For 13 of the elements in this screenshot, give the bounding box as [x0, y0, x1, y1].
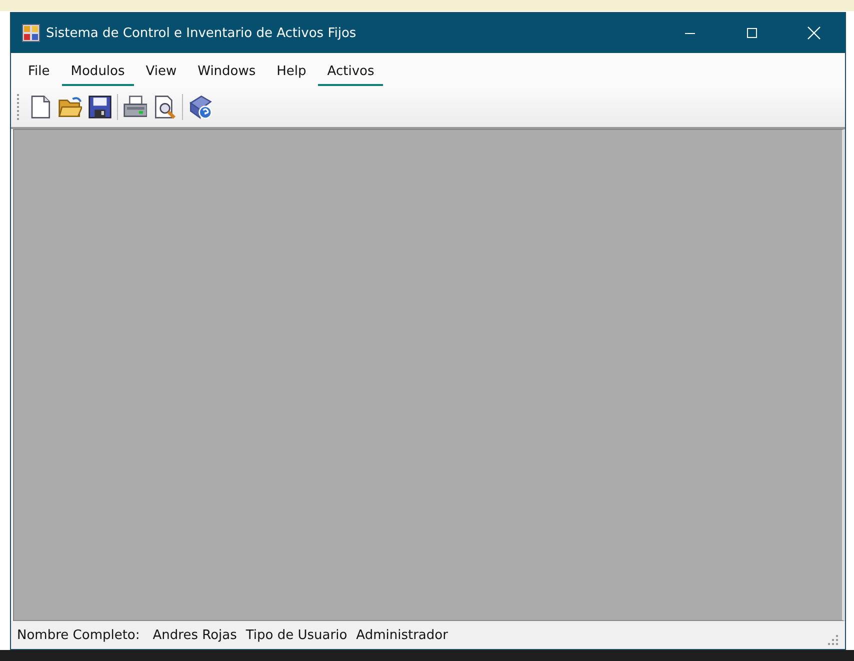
status-label: Nombre Completo: [17, 628, 140, 642]
status-label: Tipo de Usuario [246, 628, 348, 642]
status-label: Andres Rojas [152, 628, 237, 642]
app-icon [22, 24, 40, 42]
maximize-icon [746, 27, 758, 39]
status-label: Administrador [356, 628, 448, 642]
menu-item[interactable]: Windows [188, 60, 265, 86]
resize-grip-icon[interactable] [828, 635, 839, 646]
window-title: Sistema de Control e Inventario de Activos Fijos [46, 26, 356, 40]
close-icon [807, 26, 821, 40]
menu-item[interactable]: View [136, 60, 186, 86]
menu-item[interactable]: File [19, 60, 59, 86]
menu-item[interactable]: Help [268, 60, 316, 86]
